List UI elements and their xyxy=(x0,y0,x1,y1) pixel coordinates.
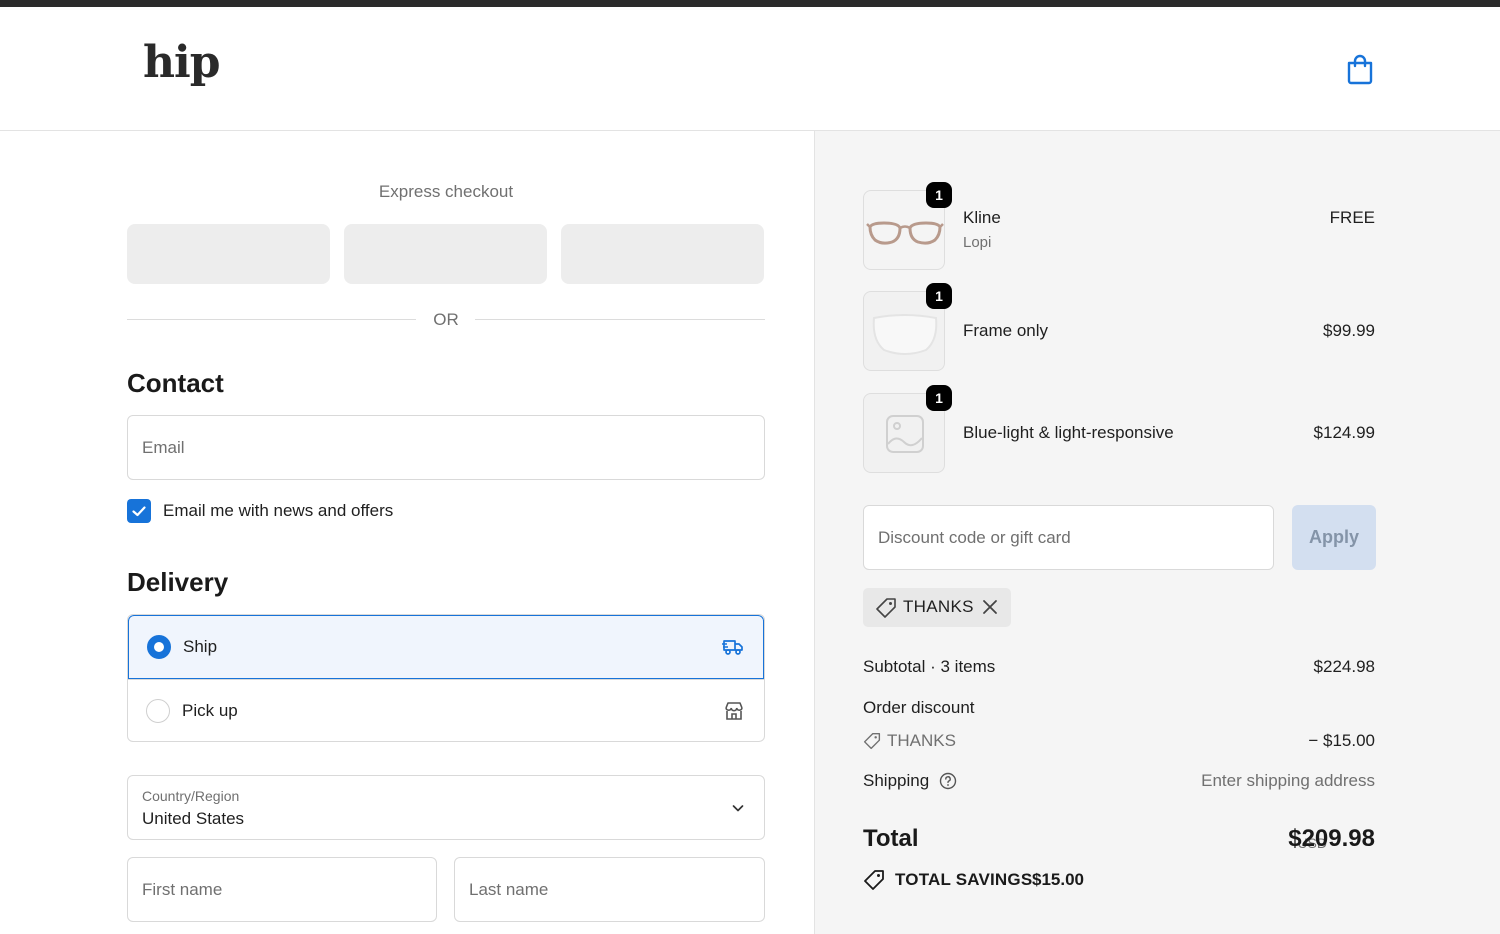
line-item: 1 Blue-light & light-responsive $124.99 xyxy=(863,385,1375,473)
checkmark-icon xyxy=(132,506,146,517)
savings-label: TOTAL SAVINGS xyxy=(895,870,1033,889)
ship-radio[interactable] xyxy=(147,635,171,659)
product-thumbnail: 1 xyxy=(863,385,952,473)
close-icon[interactable] xyxy=(981,598,999,616)
total-label: Total xyxy=(863,825,919,852)
applied-code: THANKS xyxy=(903,597,974,616)
email-placeholder: Email xyxy=(142,437,185,457)
express-checkout-label: Express checkout xyxy=(378,182,514,201)
last-name-field[interactable]: Last name xyxy=(454,857,765,922)
savings-value: $15.00 xyxy=(1032,870,1084,889)
contact-title: Contact xyxy=(127,368,224,398)
discount-code-label: THANKS xyxy=(887,731,956,750)
total-value: $209.98 xyxy=(1288,825,1375,852)
shopping-bag-icon[interactable] xyxy=(1345,53,1375,85)
product-thumbnail: 1 xyxy=(863,283,952,371)
subtotal-value: $224.98 xyxy=(1313,657,1375,676)
shipping-label: Shipping xyxy=(863,771,930,790)
chevron-down-icon xyxy=(732,805,744,812)
or-label: OR xyxy=(433,310,459,329)
store-icon xyxy=(725,702,743,720)
brand-logo[interactable]: hip xyxy=(143,41,220,85)
tag-icon xyxy=(863,732,881,750)
pickup-radio[interactable] xyxy=(146,699,170,723)
express-pay-button-3[interactable] xyxy=(561,224,764,284)
product-thumbnail: 1 xyxy=(863,182,952,270)
first-name-placeholder: First name xyxy=(142,879,223,899)
newsletter-checkbox[interactable] xyxy=(127,499,151,523)
divider-line xyxy=(475,319,765,320)
delivery-title: Delivery xyxy=(127,567,229,597)
email-field[interactable]: Email xyxy=(127,415,765,480)
discount-value: − $15.00 xyxy=(1308,731,1375,750)
item-price: FREE xyxy=(1329,208,1375,227)
quantity-badge: 1 xyxy=(926,182,952,208)
country-label: Country/Region xyxy=(142,788,240,804)
help-icon[interactable] xyxy=(939,772,957,790)
express-pay-button-1[interactable] xyxy=(127,224,330,284)
tag-icon xyxy=(876,598,896,618)
header: hip xyxy=(0,7,1500,131)
top-bar xyxy=(0,0,1500,7)
delivery-option-ship[interactable]: Ship xyxy=(128,615,764,679)
country-select[interactable]: Country/Region United States xyxy=(127,775,765,840)
delivery-option-pickup[interactable]: Pick up xyxy=(128,679,764,741)
last-name-placeholder: Last name xyxy=(469,879,549,899)
tag-icon xyxy=(864,870,884,890)
pickup-label: Pick up xyxy=(182,701,238,720)
item-name: Blue-light & light-responsive xyxy=(963,423,1174,442)
or-divider: OR xyxy=(127,309,765,331)
apply-button[interactable]: Apply xyxy=(1292,505,1376,570)
quantity-badge: 1 xyxy=(926,283,952,309)
subtotal-row: Subtotal · 3 items $224.98 xyxy=(863,657,1375,677)
line-item: 1 Frame only $99.99 xyxy=(863,283,1375,371)
item-price: $124.99 xyxy=(1313,423,1375,442)
first-name-field[interactable]: First name xyxy=(127,857,437,922)
item-price: $99.99 xyxy=(1323,321,1375,340)
quantity-badge: 1 xyxy=(926,385,952,411)
discount-placeholder: Discount code or gift card xyxy=(878,527,1071,547)
discount-code-field[interactable]: Discount code or gift card xyxy=(863,505,1274,570)
shipping-row: Shipping Enter shipping address xyxy=(863,771,1375,791)
order-discount-row: Order discount xyxy=(863,698,1375,718)
item-variant: Lopi xyxy=(963,234,992,251)
item-name: Frame only xyxy=(963,321,1049,340)
truck-icon xyxy=(722,640,743,655)
order-summary: 1 Kline Lopi FREE 1 Frame only $99.99 1 … xyxy=(814,131,1500,934)
delivery-method-group: Ship Pick up xyxy=(127,614,765,742)
applied-discount-chip: THANKS xyxy=(863,588,1011,627)
ship-label: Ship xyxy=(183,637,218,656)
checkout-form: Express checkout OR Contact Email Email … xyxy=(0,131,814,934)
order-discount-label: Order discount xyxy=(863,698,975,717)
newsletter-label: Email me with news and offers xyxy=(163,501,394,520)
line-item: 1 Kline Lopi FREE xyxy=(863,182,1375,270)
shipping-value: Enter shipping address xyxy=(1201,771,1375,790)
country-value: United States xyxy=(142,809,245,828)
subtotal-label: Subtotal · 3 items xyxy=(863,657,996,676)
express-pay-button-2[interactable] xyxy=(344,224,547,284)
item-name: Kline xyxy=(963,208,1001,227)
